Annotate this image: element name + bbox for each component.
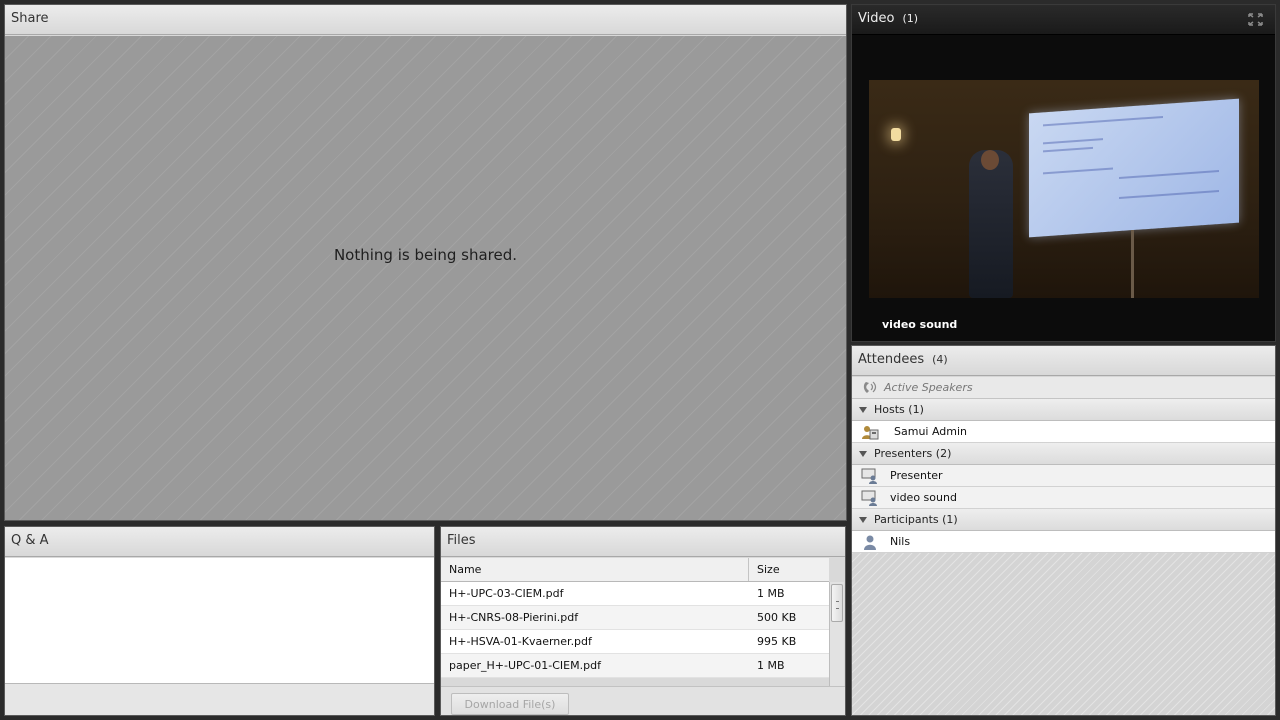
- file-name: H+-HSVA-01-Kvaerner.pdf: [449, 635, 592, 648]
- download-files-button[interactable]: Download File(s): [451, 693, 569, 715]
- video-feed[interactable]: [869, 80, 1259, 298]
- attendees-pod: Attendees (4) Active Speakers Hosts (1) S…: [851, 345, 1276, 716]
- presenter-icon: [861, 490, 877, 506]
- files-pod-header: Files: [441, 527, 845, 557]
- column-divider[interactable]: [748, 558, 749, 581]
- files-table-header: Name Size: [441, 558, 829, 582]
- video-presenter-figure: [969, 150, 1013, 298]
- attendee-name: Samui Admin: [894, 425, 968, 438]
- group-participants-label: Participants (1): [874, 513, 958, 526]
- file-size: 1 MB: [757, 587, 785, 600]
- share-pod-header: Share: [5, 5, 846, 35]
- expand-icon[interactable]: [1248, 13, 1263, 26]
- host-icon: [862, 426, 879, 440]
- file-name: H+-CNRS-08-Pierini.pdf: [449, 611, 579, 624]
- video-presenter-head: [981, 150, 999, 170]
- file-size: 500 KB: [757, 611, 797, 624]
- attendees-pod-header: Attendees (4): [852, 346, 1275, 376]
- video-lamp: [891, 128, 901, 141]
- table-row[interactable]: H+-CNRS-08-Pierini.pdf 500 KB: [441, 606, 829, 630]
- presenter-icon: [861, 468, 877, 484]
- table-row[interactable]: paper_H+-UPC-01-CIEM.pdf 1 MB: [441, 654, 829, 678]
- column-header-name[interactable]: Name: [449, 558, 481, 581]
- video-pod-header: Video (1): [852, 5, 1275, 35]
- phone-icon: [863, 381, 877, 393]
- attendee-name: Nils: [890, 535, 911, 548]
- video-screen-stand: [1131, 230, 1134, 298]
- group-hosts[interactable]: Hosts (1): [852, 399, 1275, 421]
- file-name: paper_H+-UPC-01-CIEM.pdf: [449, 659, 601, 672]
- share-pod: Share Nothing is being shared.: [4, 4, 847, 521]
- collapse-triangle-icon[interactable]: [859, 407, 867, 413]
- qa-question-list[interactable]: [5, 558, 434, 684]
- group-presenters[interactable]: Presenters (2): [852, 443, 1275, 465]
- qa-footer: [5, 684, 434, 715]
- column-header-size[interactable]: Size: [757, 558, 780, 581]
- qa-pod-title: Q & A: [11, 533, 49, 548]
- qa-pod: Q & A: [4, 526, 435, 716]
- active-speakers-row: Active Speakers: [852, 377, 1275, 399]
- files-scrollbar[interactable]: [829, 582, 844, 686]
- file-name: H+-UPC-03-CIEM.pdf: [449, 587, 564, 600]
- active-speakers-label: Active Speakers: [884, 381, 973, 394]
- collapse-triangle-icon[interactable]: [859, 451, 867, 457]
- attendees-pod-title: Attendees: [858, 352, 925, 367]
- group-hosts-label: Hosts (1): [874, 403, 924, 416]
- video-pod-title: Video: [858, 11, 895, 26]
- file-size: 995 KB: [757, 635, 797, 648]
- video-feed-name: video sound: [882, 318, 958, 331]
- qa-pod-header: Q & A: [5, 527, 434, 557]
- share-empty-message: Nothing is being shared.: [333, 246, 518, 264]
- table-row[interactable]: H+-HSVA-01-Kvaerner.pdf 995 KB: [441, 630, 829, 654]
- scrollbar-thumb[interactable]: [831, 584, 843, 622]
- attendee-row[interactable]: Samui Admin: [852, 421, 1275, 443]
- attendees-empty-area: [852, 553, 1275, 715]
- grip-icon: [836, 601, 839, 609]
- group-participants[interactable]: Participants (1): [852, 509, 1275, 531]
- attendee-row[interactable]: Nils: [852, 531, 1275, 553]
- attendee-row[interactable]: Presenter: [852, 465, 1275, 487]
- participant-icon: [864, 535, 876, 550]
- table-row[interactable]: H+-UPC-03-CIEM.pdf 1 MB: [441, 582, 829, 606]
- video-projection-screen: [1029, 98, 1239, 238]
- attendees-count: (4): [932, 353, 948, 366]
- video-count: (1): [902, 12, 919, 25]
- share-pod-title: Share: [11, 11, 49, 26]
- file-size: 1 MB: [757, 659, 785, 672]
- files-footer: Download File(s): [441, 686, 845, 715]
- attendee-name: Presenter: [890, 469, 943, 482]
- share-stage: Nothing is being shared.: [5, 36, 846, 520]
- files-pod-title: Files: [447, 533, 476, 548]
- collapse-triangle-icon[interactable]: [859, 517, 867, 523]
- attendee-name: video sound: [890, 491, 957, 504]
- group-presenters-label: Presenters (2): [874, 447, 952, 460]
- files-pod: Files Name Size H+-UPC-03-CIEM.pdf 1 MB …: [440, 526, 846, 716]
- video-pod: Video (1) video sound: [851, 4, 1276, 342]
- attendee-row[interactable]: video sound: [852, 487, 1275, 509]
